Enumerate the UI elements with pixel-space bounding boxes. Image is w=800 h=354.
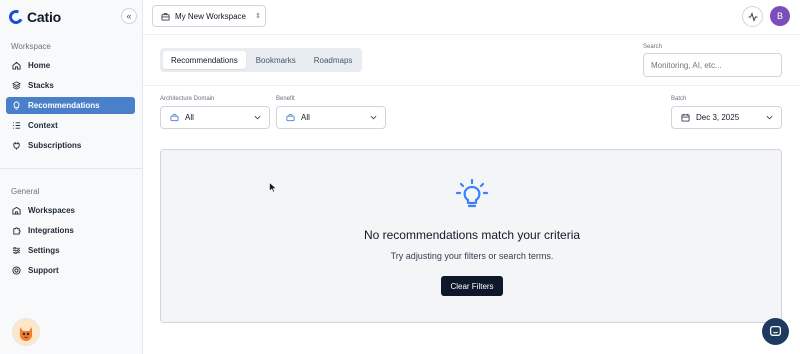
general-section-label: General: [11, 187, 40, 196]
sidebar-item-home[interactable]: Home: [6, 57, 135, 74]
batch-date-value: Dec 3, 2025: [696, 113, 740, 122]
calendar-icon: [681, 113, 690, 122]
mouse-cursor-icon: [269, 182, 277, 193]
home-icon: [12, 61, 21, 70]
benefit-filter-select[interactable]: All: [276, 106, 386, 129]
tab-bar: Recommendations Bookmarks Roadmaps: [160, 48, 362, 72]
sidebar-item-stacks[interactable]: Stacks: [6, 77, 135, 94]
chevron-down-icon: [766, 115, 773, 120]
fox-mascot-icon: [20, 327, 32, 341]
logo[interactable]: Catio: [7, 8, 62, 26]
workspace-name: My New Workspace: [175, 11, 246, 21]
mascot-avatar[interactable]: [12, 318, 40, 346]
chevron-updown-icon: ⇕: [254, 13, 261, 20]
lightbulb-icon: [455, 178, 489, 208]
sliders-icon: [12, 246, 21, 255]
activity-icon: [748, 11, 757, 22]
tab-bookmarks[interactable]: Bookmarks: [248, 51, 304, 69]
sidebar-item-recommendations[interactable]: Recommendations: [6, 97, 135, 114]
workspace-section-label: Workspace: [11, 42, 51, 51]
sidebar-item-workspaces[interactable]: Workspaces: [6, 202, 135, 219]
building-icon: [12, 206, 21, 215]
empty-state-panel: No recommendations match your criteria T…: [160, 149, 782, 323]
tab-roadmaps[interactable]: Roadmaps: [306, 51, 361, 69]
domain-filter-label: Architecture Domain: [160, 96, 215, 102]
sidebar-item-label: Context: [28, 121, 58, 130]
tabs-row: Recommendations Bookmarks Roadmaps Searc…: [143, 36, 800, 86]
sidebar-divider: [0, 168, 142, 169]
chevron-down-icon: [370, 115, 377, 120]
activity-button[interactable]: [742, 6, 763, 27]
lightbulb-icon: [13, 101, 20, 110]
sidebar-item-integrations[interactable]: Integrations: [6, 222, 135, 239]
briefcase-icon: [161, 12, 170, 21]
collapse-sidebar-button[interactable]: «: [121, 8, 137, 24]
benefit-filter-label: Benefit: [276, 96, 295, 102]
workspace-selector[interactable]: My New Workspace ⇕: [152, 5, 266, 27]
app-name: Catio: [27, 9, 62, 25]
chat-button[interactable]: [762, 318, 789, 345]
puzzle-icon: [13, 227, 21, 235]
empty-state-title: No recommendations match your criteria: [363, 228, 581, 242]
sidebar-item-context[interactable]: Context: [6, 117, 135, 134]
sidebar-item-settings[interactable]: Settings: [6, 242, 135, 259]
search-input[interactable]: [643, 53, 782, 77]
app: Catio « Workspace Home Stacks Recommenda…: [0, 0, 800, 354]
search-label: Search: [643, 44, 663, 50]
sidebar-item-label: Home: [28, 61, 51, 70]
empty-state-subtitle: Try adjusting your filters or search ter…: [390, 251, 554, 261]
layers-icon: [12, 81, 21, 90]
topbar: My New Workspace ⇕ B: [143, 0, 800, 35]
clear-filters-button[interactable]: Clear Filters: [441, 276, 503, 296]
catio-logo-icon: [7, 8, 25, 26]
sidebar-item-label: Recommendations: [28, 101, 100, 110]
domain-filter-value: All: [185, 113, 194, 122]
sidebar-item-label: Subscriptions: [28, 141, 82, 150]
main-content: Recommendations Bookmarks Roadmaps Searc…: [143, 36, 800, 354]
list-icon: [12, 122, 21, 129]
chat-icon: [769, 325, 782, 336]
sidebar-item-label: Support: [28, 266, 59, 275]
chevron-down-icon: [254, 115, 261, 120]
lifebuoy-icon: [12, 266, 21, 275]
user-avatar[interactable]: B: [770, 6, 790, 26]
benefit-filter-value: All: [301, 113, 310, 122]
sidebar: Catio « Workspace Home Stacks Recommenda…: [0, 0, 143, 354]
domain-filter-select[interactable]: All: [160, 106, 270, 129]
plug-icon: [13, 141, 20, 150]
sidebar-item-label: Stacks: [28, 81, 54, 90]
batch-filter-label: Batch: [671, 96, 687, 102]
sidebar-item-label: Settings: [28, 246, 60, 255]
sidebar-item-support[interactable]: Support: [6, 262, 135, 279]
sidebar-item-subscriptions[interactable]: Subscriptions: [6, 137, 135, 154]
cloud-box-icon: [286, 113, 295, 122]
tab-recommendations[interactable]: Recommendations: [163, 51, 246, 69]
sidebar-item-label: Integrations: [28, 226, 74, 235]
cloud-box-icon: [170, 113, 179, 122]
sidebar-item-label: Workspaces: [28, 206, 75, 215]
batch-date-picker[interactable]: Dec 3, 2025: [671, 106, 782, 129]
